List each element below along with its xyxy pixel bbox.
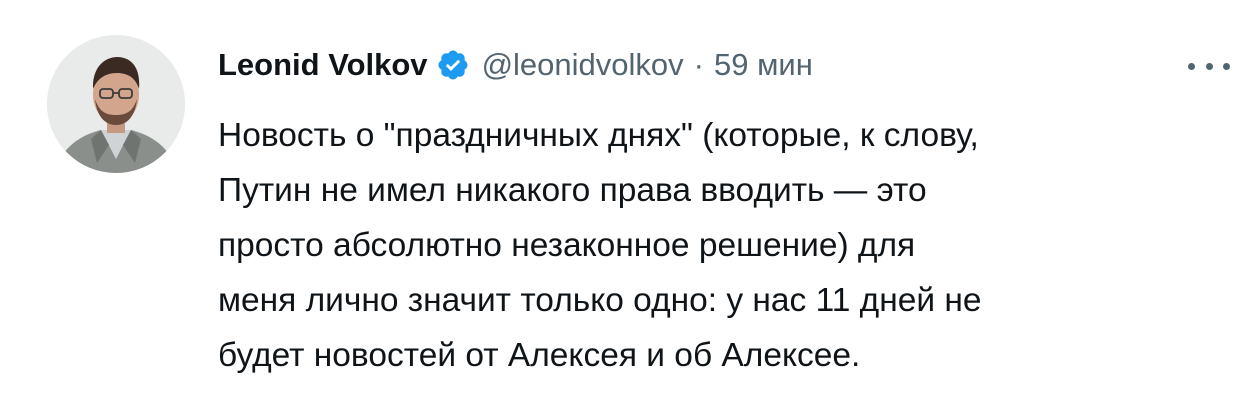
author-handle[interactable]: @leonidvolkov (482, 47, 684, 83)
author-name[interactable]: Leonid Volkov (218, 47, 428, 83)
tweet-text-line: меня лично значит только одно: у нас 11 … (218, 282, 982, 319)
dot-separator: · (693, 47, 704, 82)
more-dot (1223, 62, 1230, 70)
tweet-header: Leonid Volkov @leonidvolkov · 59 мин (218, 40, 813, 90)
avatar-photo-icon (47, 35, 185, 173)
tweet-text-line: просто абсолютно незаконное решение) для (218, 227, 916, 264)
more-options-icon[interactable] (1188, 56, 1230, 76)
tweet-text-line: Новость о "праздничных днях" (которые, к… (218, 117, 979, 154)
tweet-text: Новость о "праздничных днях" (которые, к… (218, 108, 1228, 383)
verified-badge-icon (436, 48, 470, 82)
tweet-text-line: Путин не имел никакого права вводить — э… (218, 172, 927, 209)
timestamp-link[interactable]: 59 мин (714, 47, 813, 83)
tweet-card[interactable]: Leonid Volkov @leonidvolkov · 59 мин Нов… (0, 0, 1233, 403)
more-dot (1188, 62, 1195, 70)
tweet-text-line: будет новостей от Алексея и об Алексее. (218, 337, 861, 374)
more-dot (1205, 62, 1213, 70)
avatar[interactable] (47, 35, 185, 173)
